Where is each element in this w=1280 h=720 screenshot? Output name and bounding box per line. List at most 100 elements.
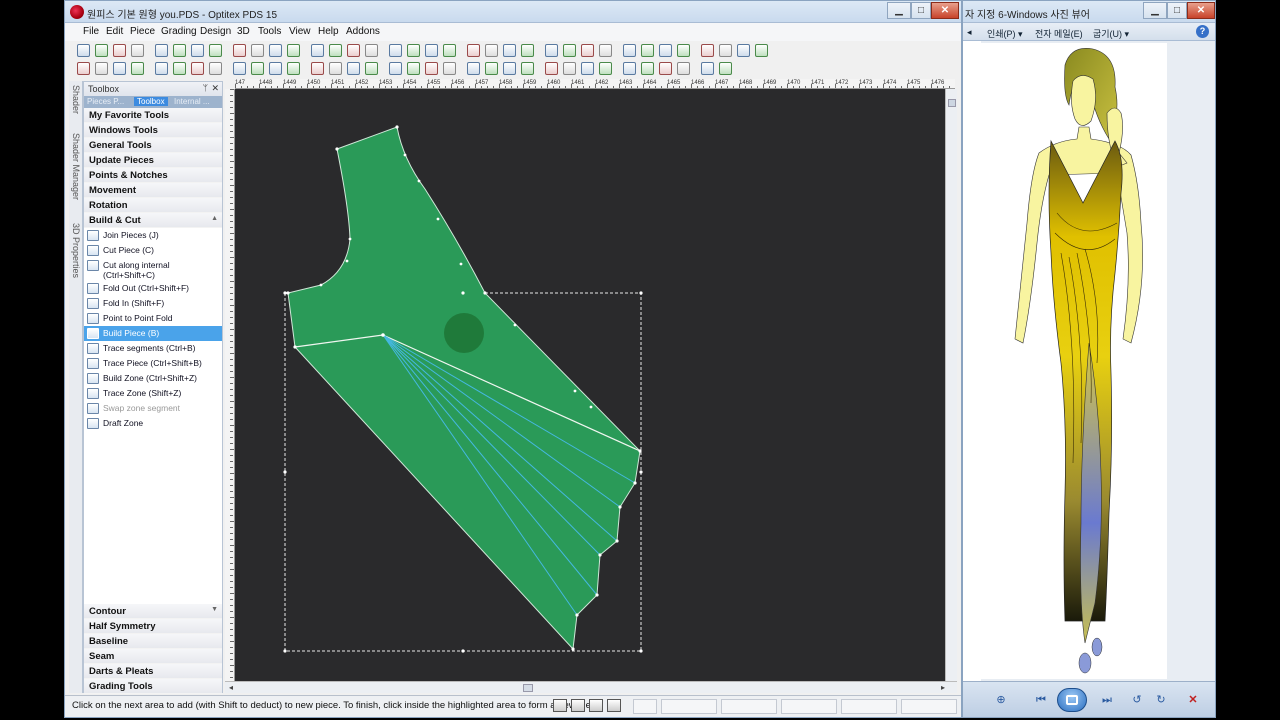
toolbar-tool-icon[interactable] xyxy=(251,62,264,75)
toolbar-tool-icon[interactable] xyxy=(191,62,204,75)
category-rotation[interactable]: Rotation xyxy=(84,198,222,213)
toolbar-tool-icon[interactable] xyxy=(503,44,516,57)
rotate-left-icon[interactable]: ↺ xyxy=(1129,692,1145,708)
drawing-canvas[interactable] xyxy=(235,89,945,681)
toolbar-tool-icon[interactable] xyxy=(755,44,768,57)
tool-trace-zone[interactable]: Trace Zone (Shift+Z) xyxy=(84,386,222,401)
tool-fold-out[interactable]: Fold Out (Ctrl+Shift+F) xyxy=(84,281,222,296)
rotate-right-icon[interactable]: ↻ xyxy=(1153,692,1169,708)
toolbar-tool-icon[interactable] xyxy=(623,62,636,75)
toolbar-tool-icon[interactable] xyxy=(599,62,612,75)
category-points-notches[interactable]: Points & Notches xyxy=(84,168,222,183)
scroll-thumb[interactable] xyxy=(523,684,533,692)
toolbar-tool-icon[interactable] xyxy=(131,44,144,57)
toolbar-tool-icon[interactable] xyxy=(233,44,246,57)
toolbar-tool-icon[interactable] xyxy=(365,62,378,75)
tool-trace-piece[interactable]: Trace Piece (Ctrl+Shift+B) xyxy=(84,356,222,371)
toolbar-tool-icon[interactable] xyxy=(581,62,594,75)
scroll-right-icon[interactable]: ▸ xyxy=(941,683,945,692)
toolbar-tool-icon[interactable] xyxy=(191,44,204,57)
toolbar-tool-icon[interactable] xyxy=(77,62,90,75)
category-grading-tools[interactable]: Grading Tools xyxy=(84,679,222,694)
minimize-button[interactable]: ▁ xyxy=(1143,2,1167,19)
category-update-pieces[interactable]: Update Pieces xyxy=(84,153,222,168)
category-general-tools[interactable]: General Tools xyxy=(84,138,222,153)
category-windows-tools[interactable]: Windows Tools xyxy=(84,123,222,138)
toolbar-tool-icon[interactable] xyxy=(623,44,636,57)
category-darts-pleats[interactable]: Darts & Pleats xyxy=(84,664,222,679)
toolbar-tool-icon[interactable] xyxy=(485,62,498,75)
toolbar-tool-icon[interactable] xyxy=(95,62,108,75)
cross-icon[interactable] xyxy=(571,699,585,712)
toolbar-tool-icon[interactable] xyxy=(425,62,438,75)
menu-addons[interactable]: Addons xyxy=(346,26,380,37)
pin-icon[interactable]: ᛘ xyxy=(203,83,208,93)
pen-icon[interactable] xyxy=(607,699,621,712)
tab-shader-manager[interactable]: Shader Manager xyxy=(71,133,81,200)
help-icon[interactable]: ? xyxy=(1196,25,1209,38)
menu-burn[interactable]: 굽기(U) ▾ xyxy=(1093,27,1129,40)
menu-edit[interactable]: Edit xyxy=(106,26,123,37)
toolbar-tool-icon[interactable] xyxy=(659,44,672,57)
toolbar-tool-icon[interactable] xyxy=(545,44,558,57)
toolbar-tool-icon[interactable] xyxy=(545,62,558,75)
toolbar-tool-icon[interactable] xyxy=(641,44,654,57)
toolbar-tool-icon[interactable] xyxy=(563,62,576,75)
toolbar-tool-icon[interactable] xyxy=(641,62,654,75)
toolbar-tool-icon[interactable] xyxy=(389,62,402,75)
toolbar-tool-icon[interactable] xyxy=(209,62,222,75)
toolbar-tool-icon[interactable] xyxy=(563,44,576,57)
tab-shader[interactable]: Shader xyxy=(71,85,81,114)
category-movement[interactable]: Movement xyxy=(84,183,222,198)
toolbar-tool-icon[interactable] xyxy=(113,62,126,75)
next-icon[interactable]: ⏭ xyxy=(1099,692,1115,708)
delete-icon[interactable]: ✕ xyxy=(1185,692,1201,708)
toolbar-tool-icon[interactable] xyxy=(521,62,534,75)
toolbar-tool-icon[interactable] xyxy=(113,44,126,57)
maximize-button[interactable]: □ xyxy=(1167,2,1187,19)
tool-cut-along-internal[interactable]: Cut along internal (Ctrl+Shift+C) xyxy=(84,258,222,281)
zoom-icon[interactable]: ⊕ xyxy=(993,692,1009,708)
snap-icon[interactable] xyxy=(553,699,567,712)
scroll-left-icon[interactable]: ◂ xyxy=(229,683,233,692)
category-seam[interactable]: Seam xyxy=(84,649,222,664)
toolbar-tool-icon[interactable] xyxy=(389,44,402,57)
menu-design[interactable]: Design xyxy=(200,26,231,37)
maximize-button[interactable]: □ xyxy=(911,2,931,19)
toolbar-tool-icon[interactable] xyxy=(659,62,672,75)
slideshow-button[interactable] xyxy=(1057,688,1087,712)
toolbar-tool-icon[interactable] xyxy=(131,62,144,75)
tool-point-to-point-fold[interactable]: Point to Point Fold xyxy=(84,311,222,326)
tool-join-pieces[interactable]: Join Pieces (J) xyxy=(84,228,222,243)
toolbar-tool-icon[interactable] xyxy=(329,62,342,75)
tab-pieces[interactable]: Pieces P... xyxy=(87,97,124,106)
toolbar-tool-icon[interactable] xyxy=(347,44,360,57)
toolbar-tool-icon[interactable] xyxy=(365,44,378,57)
toolbar-tool-icon[interactable] xyxy=(737,44,750,57)
category-build-cut[interactable]: Build & Cut ▲ xyxy=(84,213,222,228)
previous-icon[interactable]: ⏮ xyxy=(1033,692,1049,708)
toolbar-tool-icon[interactable] xyxy=(173,44,186,57)
toolbar-tool-icon[interactable] xyxy=(599,44,612,57)
toolbar-tool-icon[interactable] xyxy=(521,44,534,57)
toolbar-tool-icon[interactable] xyxy=(719,44,732,57)
toolbar-tool-icon[interactable] xyxy=(443,44,456,57)
tab-internal[interactable]: Internal ... xyxy=(174,97,210,106)
toolbar-tool-icon[interactable] xyxy=(701,62,714,75)
toolbar-tool-icon[interactable] xyxy=(467,62,480,75)
category-my-favorite-tools[interactable]: My Favorite Tools xyxy=(84,108,222,123)
toolbar-tool-icon[interactable] xyxy=(503,62,516,75)
toolbar-tool-icon[interactable] xyxy=(209,44,222,57)
toolbar-tool-icon[interactable] xyxy=(269,62,282,75)
toolbar-tool-icon[interactable] xyxy=(155,44,168,57)
menu-tools[interactable]: Tools xyxy=(258,26,281,37)
menu-grading[interactable]: Grading xyxy=(161,26,197,37)
toolbar-tool-icon[interactable] xyxy=(581,44,594,57)
toolbar-tool-icon[interactable] xyxy=(701,44,714,57)
tool-swap-zone-segment[interactable]: Swap zone segment xyxy=(84,401,222,416)
toolbar-tool-icon[interactable] xyxy=(269,44,282,57)
toolbar-tool-icon[interactable] xyxy=(425,44,438,57)
toolbar-tool-icon[interactable] xyxy=(251,44,264,57)
tool-cut-piece[interactable]: Cut Piece (C) xyxy=(84,243,222,258)
menu-3d[interactable]: 3D xyxy=(237,26,250,37)
